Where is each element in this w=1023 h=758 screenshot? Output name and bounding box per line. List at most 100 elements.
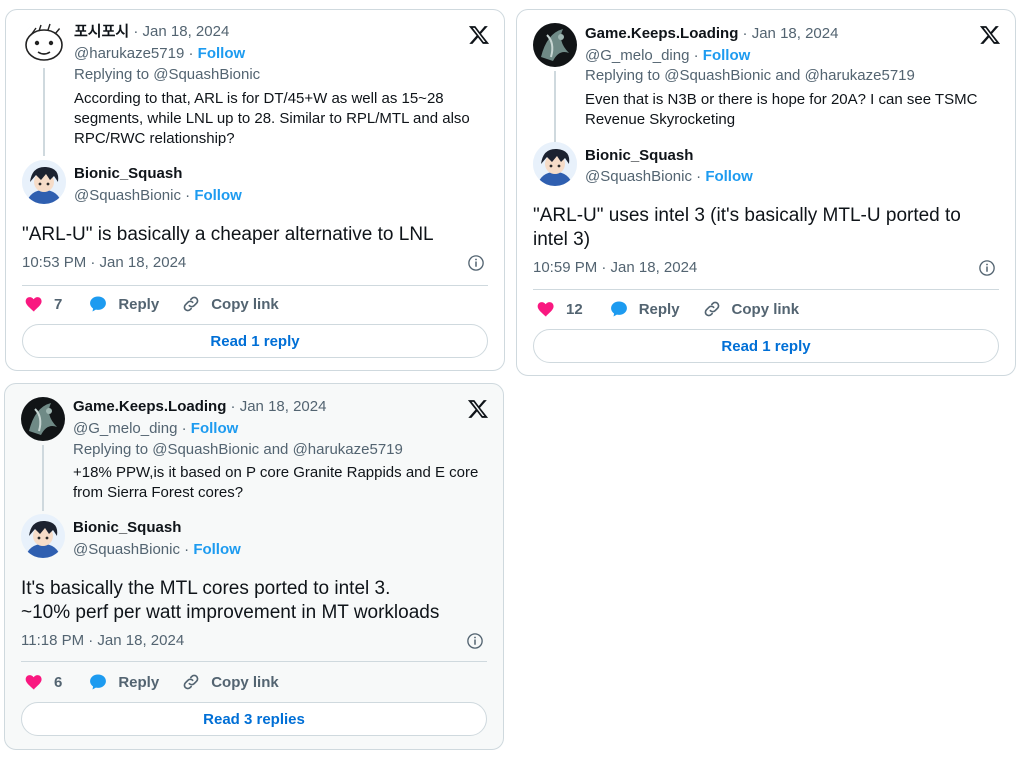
like-count: 6 <box>54 673 63 691</box>
link-icon <box>183 296 199 312</box>
like-count: 7 <box>54 295 63 313</box>
speech-bubble-icon <box>610 301 627 317</box>
tweet-text: "ARL-U" uses intel 3 (it's basically MTL… <box>533 205 961 250</box>
like-count: 12 <box>566 300 583 318</box>
action-bar: 6 Reply Copy link <box>24 672 279 692</box>
replying-to-handle[interactable]: @harukaze5719 <box>805 67 915 84</box>
author-handle[interactable]: @SquashBionic <box>74 187 181 204</box>
like-button[interactable]: 12 <box>536 299 583 319</box>
anime-avatar-icon <box>533 142 577 186</box>
divider <box>22 285 488 286</box>
replying-and-label: and <box>263 441 289 458</box>
x-logo-icon[interactable] <box>468 24 490 46</box>
read-replies-button[interactable]: Read 3 replies <box>21 702 487 736</box>
action-bar: 12 Reply Copy link <box>536 299 799 319</box>
reply-label: Reply <box>118 673 160 691</box>
heart-icon <box>537 302 554 317</box>
doodle-face-avatar-icon <box>22 22 66 66</box>
tweet-card: Game.Keeps.Loading · Jan 18, 2024 @G_mel… <box>516 9 1016 376</box>
dark-art-avatar-icon <box>533 23 577 67</box>
author-name[interactable]: 포시포시 <box>74 23 129 40</box>
post-timestamp[interactable]: 10:53 PM · Jan 18, 2024 <box>22 253 186 273</box>
avatar[interactable] <box>22 22 66 66</box>
replying-to-label: Replying to <box>74 66 150 83</box>
author-handle[interactable]: @SquashBionic <box>585 168 692 185</box>
tweet-text: "ARL-U" is basically a cheaper alternati… <box>22 224 434 245</box>
author-handle[interactable]: @G_melo_ding <box>73 420 177 437</box>
copy-link-button[interactable]: Copy link <box>181 672 279 692</box>
like-button[interactable]: 6 <box>24 672 62 692</box>
speech-bubble-icon <box>90 674 107 690</box>
post-date[interactable]: Jan 18, 2024 <box>143 23 230 40</box>
link-icon <box>704 301 719 317</box>
thread-line <box>554 71 556 143</box>
copy-link-label: Copy link <box>211 295 279 313</box>
follow-button[interactable]: Follow <box>193 541 241 558</box>
tweet-card: Game.Keeps.Loading · Jan 18, 2024 @G_mel… <box>4 383 504 750</box>
author-name[interactable]: Bionic_Squash <box>585 147 693 164</box>
parent-tweet-text: Even that is N3B or there is hope for 20… <box>585 91 978 128</box>
read-replies-button[interactable]: Read 1 reply <box>22 324 488 358</box>
avatar[interactable] <box>21 514 65 558</box>
author-name[interactable]: Bionic_Squash <box>73 519 181 536</box>
info-icon[interactable] <box>467 254 485 272</box>
info-icon[interactable] <box>466 632 484 650</box>
divider <box>533 289 999 290</box>
replying-to-label: Replying to <box>585 67 661 84</box>
follow-button[interactable]: Follow <box>705 168 753 185</box>
divider <box>21 661 487 662</box>
reply-button[interactable]: Reply <box>88 294 159 314</box>
avatar[interactable] <box>533 142 577 186</box>
link-icon <box>183 674 199 690</box>
follow-button[interactable]: Follow <box>194 187 242 204</box>
speech-bubble-icon <box>90 296 107 312</box>
copy-link-label: Copy link <box>211 673 279 691</box>
follow-button[interactable]: Follow <box>191 420 239 437</box>
thread-line <box>43 68 45 156</box>
avatar[interactable] <box>22 160 66 204</box>
avatar[interactable] <box>21 397 65 441</box>
anime-avatar-icon <box>21 514 65 558</box>
replying-to-handle[interactable]: @harukaze5719 <box>293 441 403 458</box>
replying-to-label: Replying to <box>73 441 149 458</box>
post-date[interactable]: Jan 18, 2024 <box>240 398 327 415</box>
thread-line <box>42 445 44 511</box>
copy-link-button[interactable]: Copy link <box>181 294 279 314</box>
author-name[interactable]: Bionic_Squash <box>74 165 182 182</box>
author-name[interactable]: Game.Keeps.Loading <box>585 25 738 42</box>
avatar[interactable] <box>533 23 577 67</box>
reply-button[interactable]: Reply <box>609 299 680 319</box>
reply-label: Reply <box>638 300 680 318</box>
author-name[interactable]: Game.Keeps.Loading <box>73 398 226 415</box>
author-handle[interactable]: @SquashBionic <box>73 541 180 558</box>
author-handle[interactable]: @harukaze5719 <box>74 45 184 62</box>
info-icon[interactable] <box>978 259 996 277</box>
date-separator: · <box>133 23 139 40</box>
read-replies-button[interactable]: Read 1 reply <box>533 329 999 363</box>
author-handle[interactable]: @G_melo_ding <box>585 47 689 64</box>
post-timestamp[interactable]: 10:59 PM · Jan 18, 2024 <box>533 258 697 278</box>
like-button[interactable]: 7 <box>24 294 62 314</box>
parent-tweet-text: +18% PPW,is it based on P core Granite R… <box>73 464 479 501</box>
reply-button[interactable]: Reply <box>88 672 159 692</box>
copy-link-button[interactable]: Copy link <box>702 299 800 319</box>
dark-art-avatar-icon <box>21 397 65 441</box>
heart-icon <box>25 297 42 312</box>
follow-button[interactable]: Follow <box>198 45 246 62</box>
replying-to-handle[interactable]: @SquashBionic <box>153 66 260 83</box>
post-timestamp[interactable]: 11:18 PM · Jan 18, 2024 <box>21 631 184 651</box>
parent-tweet-text: According to that, ARL is for DT/45+W as… <box>74 90 470 147</box>
copy-link-label: Copy link <box>731 300 800 318</box>
x-logo-icon[interactable] <box>979 24 1001 46</box>
replying-to-handle[interactable]: @SquashBionic <box>664 67 771 84</box>
tweet-card: 포시포시 · Jan 18, 2024 @harukaze5719 · Foll… <box>5 9 505 371</box>
date-separator: · <box>742 25 748 42</box>
action-bar: 7 Reply Copy link <box>24 294 279 314</box>
replying-and-label: and <box>775 67 801 84</box>
anime-avatar-icon <box>22 160 66 204</box>
follow-button[interactable]: Follow <box>703 47 751 64</box>
post-date[interactable]: Jan 18, 2024 <box>752 25 839 42</box>
replying-to-handle[interactable]: @SquashBionic <box>152 441 259 458</box>
x-logo-icon[interactable] <box>467 398 489 420</box>
heart-icon <box>25 675 42 690</box>
